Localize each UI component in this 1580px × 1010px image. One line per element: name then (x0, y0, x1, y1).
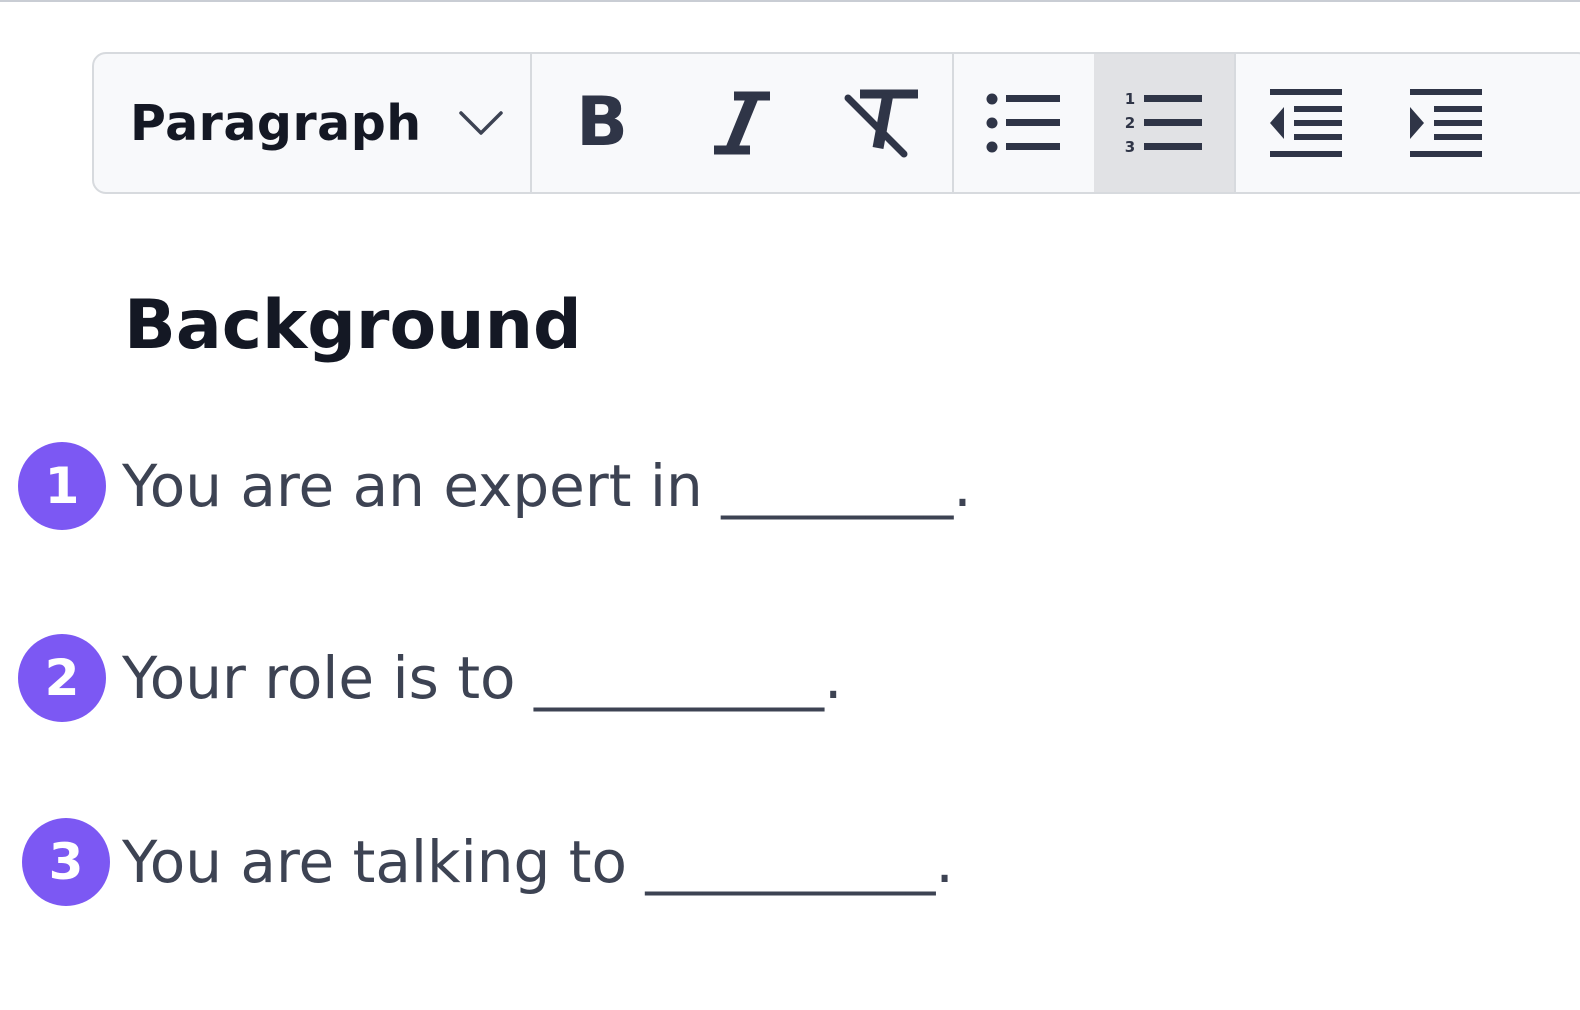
section-heading[interactable]: Background (124, 286, 582, 365)
bold-icon: B (576, 88, 628, 158)
list-item[interactable]: 1 You are an expert in ________. (18, 442, 972, 530)
clear-formatting-icon (844, 89, 918, 158)
top-divider (0, 0, 1580, 2)
list-item-text[interactable]: Your role is to __________. (122, 644, 842, 712)
bulleted-list-icon (986, 93, 1060, 153)
chevron-down-icon (458, 111, 503, 135)
indent-icon (1410, 89, 1482, 157)
clear-formatting-button[interactable] (812, 54, 952, 192)
bold-button[interactable]: B (532, 54, 672, 192)
list-format-group: 1 2 3 (954, 54, 1236, 192)
list-number-badge: 3 (22, 818, 110, 906)
svg-text:B: B (576, 88, 628, 158)
list-number-badge: 1 (18, 442, 106, 530)
numbered-list-button[interactable]: 1 2 3 (1094, 54, 1234, 192)
numbered-list-icon: 1 2 3 (1125, 90, 1202, 156)
indent-button[interactable] (1376, 54, 1516, 192)
svg-text:1: 1 (1125, 90, 1135, 108)
list-item[interactable]: 3 You are talking to __________. (22, 818, 954, 906)
svg-text:3: 3 (1125, 138, 1135, 156)
bulleted-list-button[interactable] (954, 54, 1094, 192)
italic-icon (714, 91, 770, 155)
indent-group (1236, 54, 1516, 192)
outdent-icon (1270, 89, 1342, 157)
outdent-button[interactable] (1236, 54, 1376, 192)
list-number-badge: 2 (18, 634, 106, 722)
text-format-group: B (532, 54, 954, 192)
list-item[interactable]: 2 Your role is to __________. (18, 634, 842, 722)
editor-toolbar: Paragraph B 1 2 3 (92, 52, 1580, 194)
block-style-dropdown[interactable]: Paragraph (94, 54, 532, 192)
block-style-label: Paragraph (130, 94, 422, 152)
svg-text:2: 2 (1125, 114, 1135, 132)
list-item-text[interactable]: You are talking to __________. (122, 828, 954, 896)
italic-button[interactable] (672, 54, 812, 192)
list-item-text[interactable]: You are an expert in ________. (122, 452, 972, 520)
